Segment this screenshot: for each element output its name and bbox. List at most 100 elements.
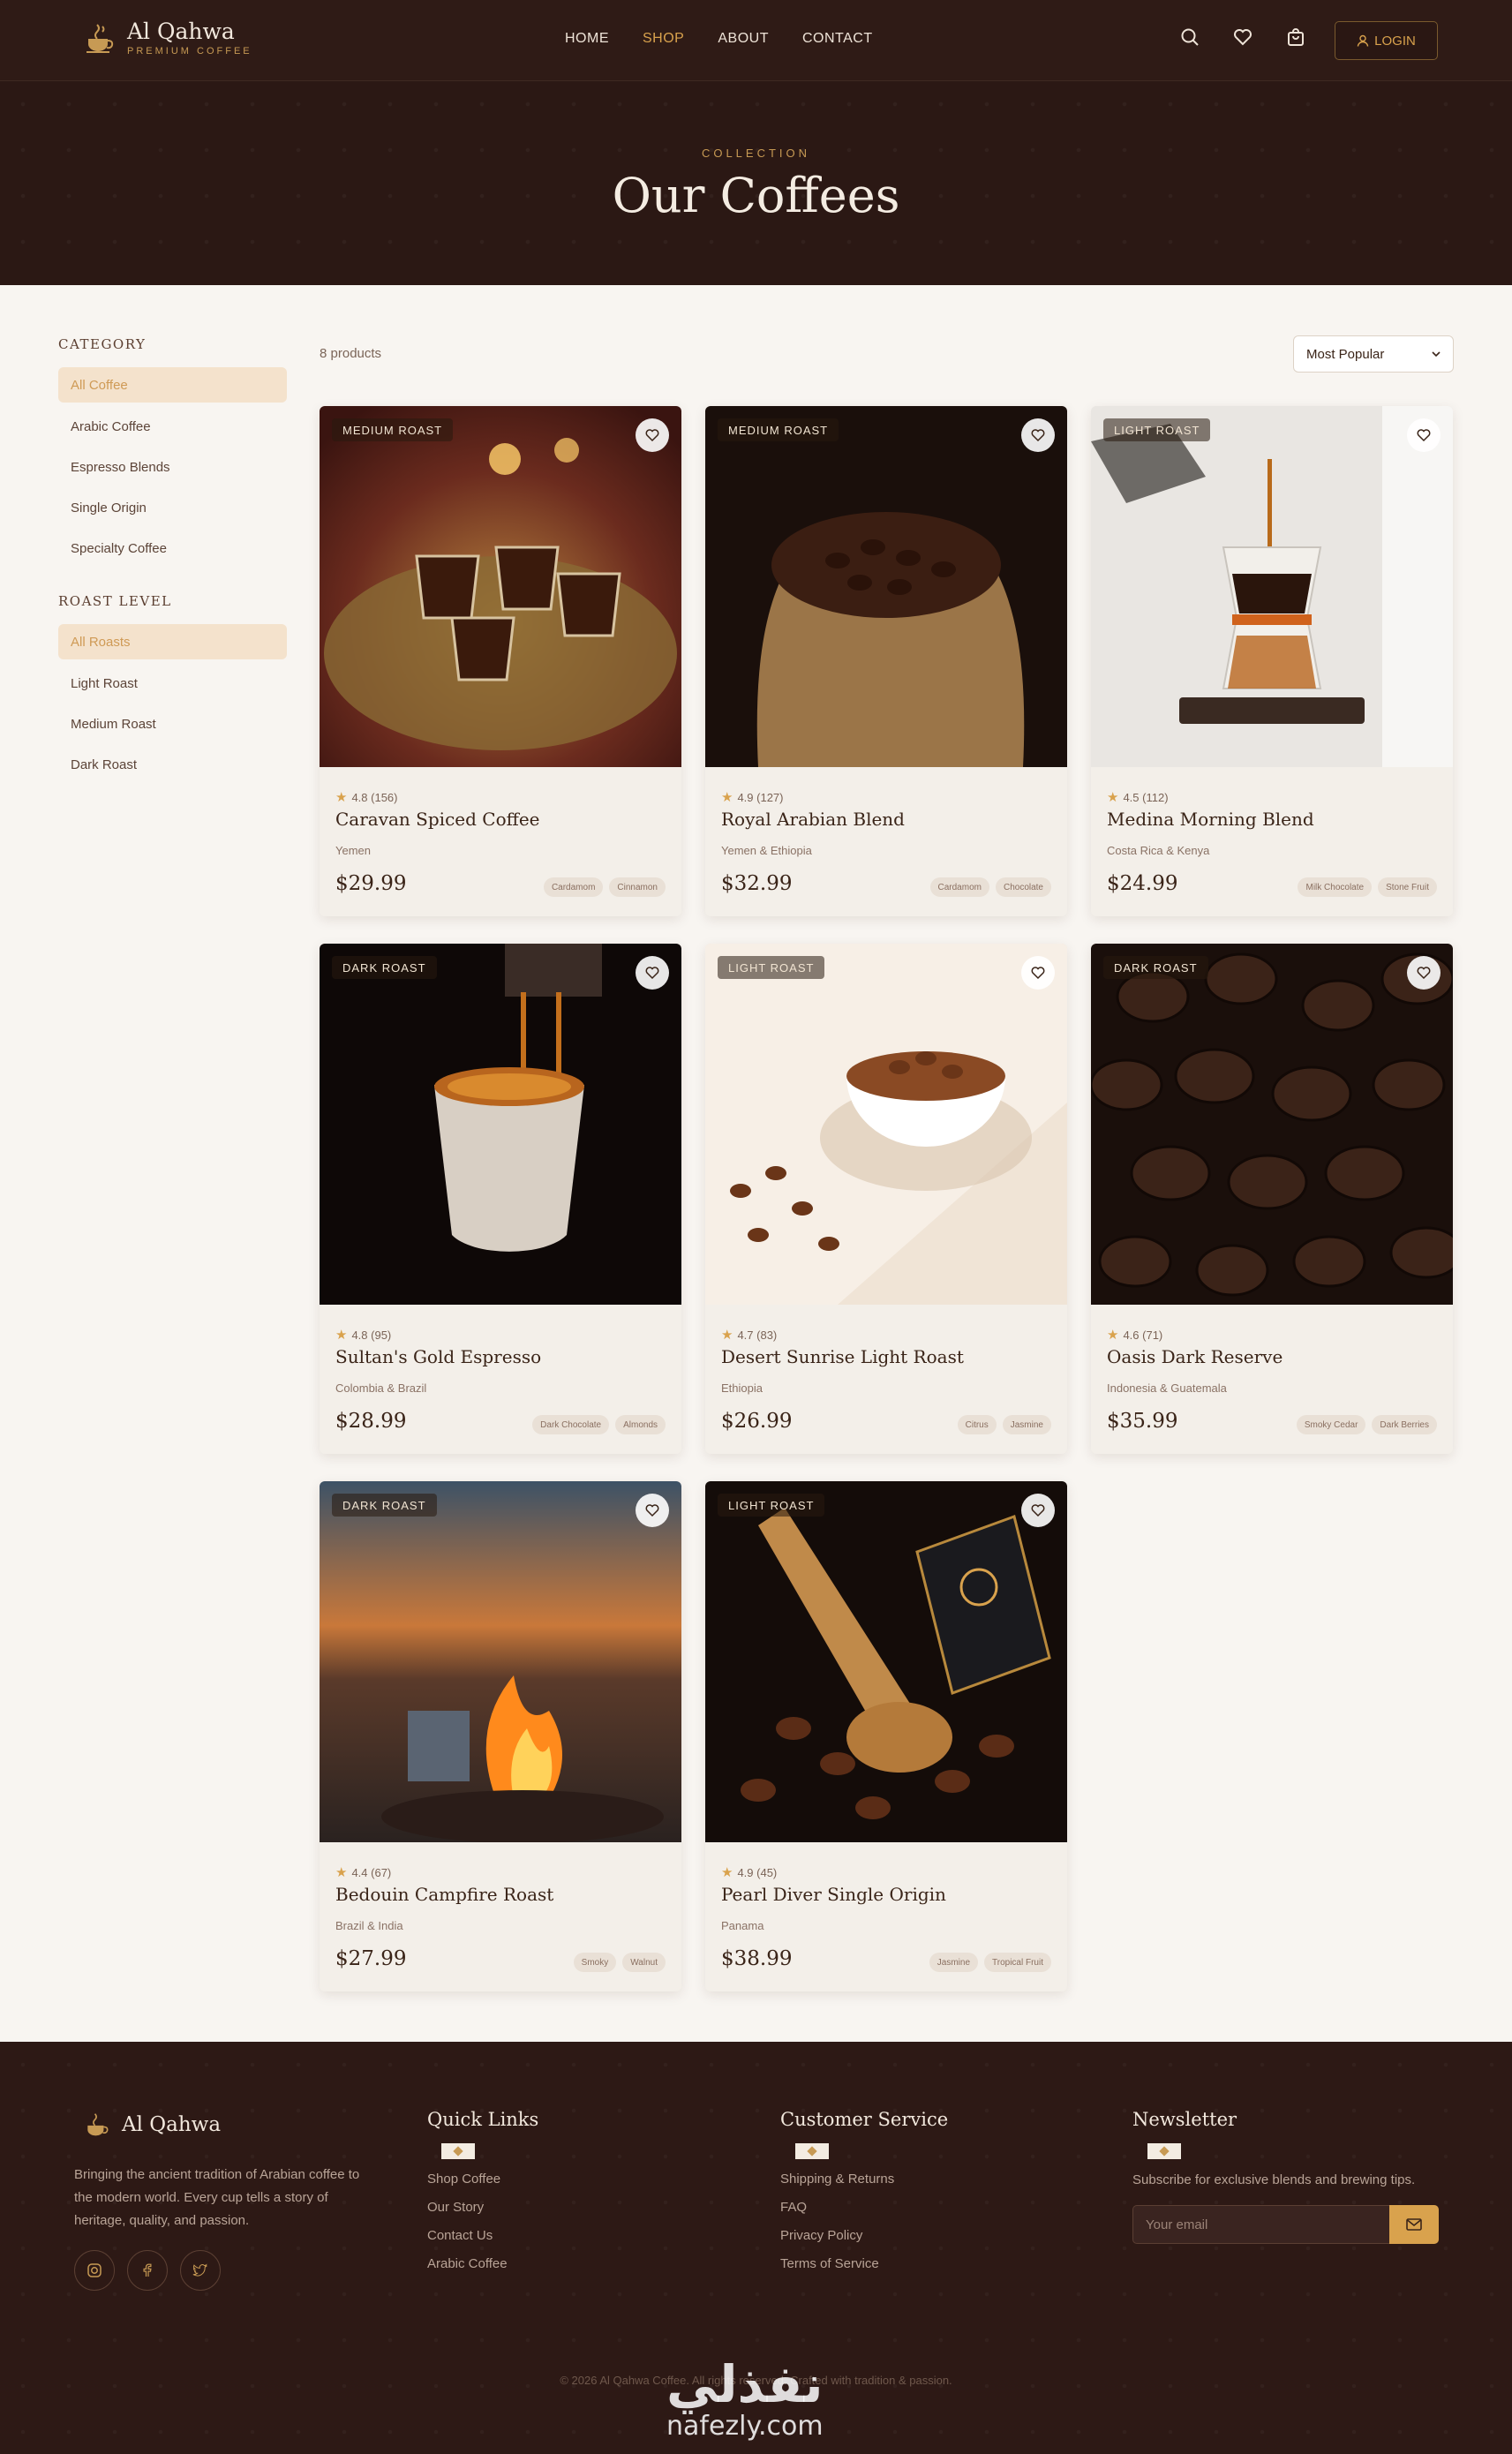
divider-ornament [795, 2143, 829, 2159]
divider-ornament [441, 2143, 475, 2159]
favorite-button[interactable] [636, 418, 669, 452]
filter-espresso-blends[interactable]: Espresso Blends [58, 449, 287, 485]
favorite-button[interactable] [1021, 956, 1055, 990]
footer-link[interactable]: Privacy Policy [780, 2228, 862, 2243]
roast-badge: LIGHT ROAST [1103, 418, 1211, 441]
star-icon: ★ [721, 790, 733, 805]
hero-eyebrow: COLLECTION [701, 147, 811, 160]
rating: ★ 4.6 (71) [1107, 1327, 1162, 1343]
star-icon: ★ [335, 1328, 348, 1343]
heart-icon [1031, 429, 1045, 442]
nav-home[interactable]: HOME [565, 31, 609, 47]
flavor-tag: Smoky [573, 1953, 617, 1972]
filter-single-origin[interactable]: Single Origin [58, 490, 287, 525]
product-card[interactable]: LIGHT ROAST ★ 4.5 (112) Medina Morning Bl… [1091, 406, 1453, 916]
product-price: $27.99 [335, 1947, 407, 1970]
product-name[interactable]: Royal Arabian Blend [721, 809, 905, 830]
filter-light-roast[interactable]: Light Roast [58, 666, 287, 701]
footer-link[interactable]: Arabic Coffee [427, 2256, 508, 2271]
user-icon [1357, 34, 1369, 47]
filter-medium-roast[interactable]: Medium Roast [58, 706, 287, 741]
page-title: Our Coffees [612, 168, 900, 223]
flavor-tag: Cinnamon [609, 877, 666, 897]
footer-brand[interactable]: Al Qahwa [85, 2111, 221, 2139]
email-field[interactable]: Your email [1132, 2205, 1389, 2244]
footer-link[interactable]: Terms of Service [780, 2256, 879, 2271]
product-name[interactable]: Medina Morning Blend [1107, 809, 1314, 830]
product-image[interactable] [705, 406, 1067, 767]
footer-link[interactable]: FAQ [780, 2200, 807, 2215]
product-card[interactable]: LIGHT ROAST ★ 4.7 (83) Desert Sunrise Lig… [705, 944, 1067, 1454]
filter-arabic-coffee[interactable]: Arabic Coffee [58, 409, 287, 444]
nav-about[interactable]: ABOUT [718, 31, 769, 47]
facebook-icon[interactable] [127, 2250, 168, 2291]
login-label: LOGIN [1374, 33, 1416, 49]
product-card[interactable]: LIGHT ROAST ★ 4.9 (45) Pearl Diver Single… [705, 1481, 1067, 1991]
product-image[interactable] [320, 1481, 681, 1842]
sort-select[interactable]: Most Popular [1293, 335, 1454, 373]
product-card[interactable]: DARK ROAST ★ 4.4 (67) Bedouin Campfire Ro… [320, 1481, 681, 1991]
login-button[interactable]: LOGIN [1335, 21, 1438, 60]
footer-link[interactable]: Shop Coffee [427, 2172, 500, 2187]
product-name[interactable]: Pearl Diver Single Origin [721, 1884, 946, 1905]
product-image[interactable] [1091, 406, 1453, 767]
flavor-tag: Tropical Fruit [984, 1953, 1051, 1972]
product-image[interactable] [705, 944, 1067, 1305]
instagram-icon[interactable] [74, 2250, 115, 2291]
product-image[interactable] [320, 406, 681, 767]
filter-specialty-coffee[interactable]: Specialty Coffee [58, 531, 287, 566]
product-name[interactable]: Caravan Spiced Coffee [335, 809, 540, 830]
favorite-button[interactable] [1021, 1494, 1055, 1527]
footer-link[interactable]: Shipping & Returns [780, 2172, 894, 2187]
bag-icon[interactable] [1285, 26, 1306, 48]
star-icon: ★ [1107, 790, 1119, 805]
footer-link[interactable]: Contact Us [427, 2228, 493, 2243]
rating: ★ 4.8 (156) [335, 789, 398, 805]
favorite-button[interactable] [1407, 418, 1441, 452]
star-icon: ★ [721, 1865, 733, 1880]
rating: ★ 4.8 (95) [335, 1327, 391, 1343]
roast-badge: MEDIUM ROAST [718, 418, 839, 441]
flavor-tag: Dark Chocolate [532, 1415, 610, 1434]
product-card[interactable]: DARK ROAST ★ 4.6 (71) Oasis Dark Reserve … [1091, 944, 1453, 1454]
product-price: $29.99 [335, 872, 407, 895]
brand-logo[interactable]: Al Qahwa PREMIUM COFFEE [85, 19, 252, 56]
product-name[interactable]: Desert Sunrise Light Roast [721, 1346, 964, 1367]
social-links [74, 2250, 221, 2291]
nav-shop[interactable]: SHOP [643, 31, 684, 47]
flavor-tag: Jasmine [929, 1953, 979, 1972]
search-icon[interactable] [1179, 26, 1200, 48]
rating-text: 4.9 (127) [737, 790, 784, 804]
product-card[interactable]: DARK ROAST ★ 4.8 (95) Sultan's Gold Espre… [320, 944, 681, 1454]
flavor-tag: Almonds [615, 1415, 666, 1434]
footer-link[interactable]: Our Story [427, 2200, 484, 2215]
watermark: نفذلي nafezly.com [666, 2358, 824, 2442]
rating: ★ 4.9 (45) [721, 1864, 777, 1880]
favorite-button[interactable] [1021, 418, 1055, 452]
favorite-button[interactable] [636, 1494, 669, 1527]
rating-text: 4.7 (83) [737, 1328, 778, 1342]
product-name[interactable]: Sultan's Gold Espresso [335, 1346, 541, 1367]
product-image[interactable] [320, 944, 681, 1305]
nav-contact[interactable]: CONTACT [802, 31, 873, 47]
heart-icon[interactable] [1232, 26, 1253, 48]
rating-text: 4.4 (67) [351, 1865, 392, 1879]
twitter-icon[interactable] [180, 2250, 221, 2291]
flavor-tag: Cardamom [543, 877, 604, 897]
product-image[interactable] [1091, 944, 1453, 1305]
subscribe-button[interactable] [1389, 2205, 1439, 2244]
newsletter-form: Your email [1132, 2205, 1439, 2244]
product-image[interactable] [705, 1481, 1067, 1842]
roast-badge: LIGHT ROAST [718, 956, 825, 979]
chevron-down-icon [1432, 350, 1441, 357]
product-card[interactable]: MEDIUM ROAST ★ 4.8 (156) Caravan Spiced C… [320, 406, 681, 916]
filter-all-coffee[interactable]: All Coffee [58, 367, 287, 403]
favorite-button[interactable] [636, 956, 669, 990]
filter-dark-roast[interactable]: Dark Roast [58, 747, 287, 782]
product-card[interactable]: MEDIUM ROAST ★ 4.9 (127) Royal Arabian Bl… [705, 406, 1067, 916]
product-name[interactable]: Bedouin Campfire Roast [335, 1884, 553, 1905]
product-name[interactable]: Oasis Dark Reserve [1107, 1346, 1283, 1367]
favorite-button[interactable] [1407, 956, 1441, 990]
filter-all-roasts[interactable]: All Roasts [58, 624, 287, 659]
product-origin: Costa Rica & Kenya [1107, 844, 1210, 857]
